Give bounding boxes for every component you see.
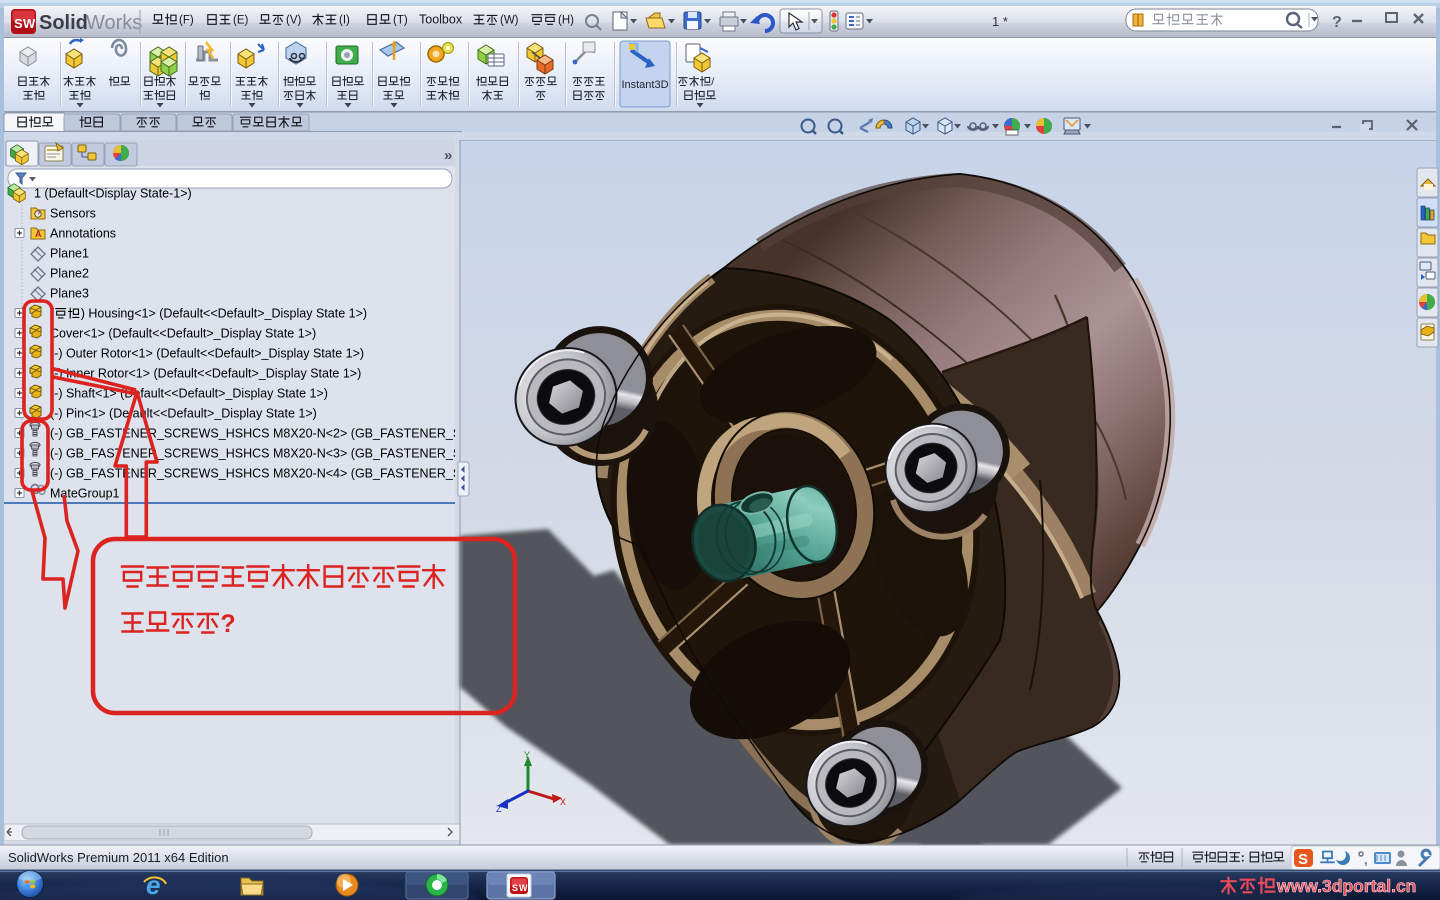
svg-text:) Housing<1> (Default<<Default: ) Housing<1> (Default<<Default>_Display … bbox=[81, 307, 367, 321]
svg-text:(-) Outer Rotor<1> (Default<<D: (-) Outer Rotor<1> (Default<<Default>_Di… bbox=[50, 347, 364, 361]
svg-text:S: S bbox=[512, 883, 518, 893]
svg-text:Annotations: Annotations bbox=[50, 227, 116, 241]
svg-text:(-) Shaft<1> (Default<<Default: (-) Shaft<1> (Default<<Default>_Display … bbox=[50, 387, 328, 401]
svg-text:www.3dportal.cn: www.3dportal.cn bbox=[1276, 876, 1416, 896]
svg-text:Cover<1> (Default<<Default>_Di: Cover<1> (Default<<Default>_Display Stat… bbox=[50, 327, 316, 341]
svg-text:Z: Z bbox=[496, 804, 502, 814]
svg-text:(T): (T) bbox=[393, 15, 408, 27]
svg-text:W: W bbox=[519, 883, 528, 893]
svg-text:1 (Default<Display State-1>): 1 (Default<Display State-1>) bbox=[34, 187, 192, 201]
svg-text:(W): (W) bbox=[500, 15, 519, 27]
svg-text:(F): (F) bbox=[179, 15, 194, 27]
svg-text:W: W bbox=[23, 16, 36, 31]
svg-text:e: e bbox=[146, 870, 160, 900]
svg-text:(V): (V) bbox=[286, 15, 302, 27]
svg-text:(E): (E) bbox=[233, 15, 249, 27]
svg-text:Sensors: Sensors bbox=[50, 207, 96, 221]
svg-text:A: A bbox=[35, 229, 42, 239]
svg-text:»: » bbox=[444, 147, 452, 164]
svg-text:?: ? bbox=[1332, 14, 1342, 31]
svg-text:Instant3D: Instant3D bbox=[621, 79, 668, 91]
svg-text:(-) GB_FASTENER_SCREWS_HSHCS M: (-) GB_FASTENER_SCREWS_HSHCS M8X20-N<4> … bbox=[50, 467, 488, 481]
svg-text:1 *: 1 * bbox=[992, 14, 1008, 29]
svg-text:,: , bbox=[1364, 852, 1368, 867]
svg-text:S: S bbox=[1298, 851, 1308, 868]
svg-text:MateGroup1: MateGroup1 bbox=[50, 487, 120, 501]
svg-text:X: X bbox=[560, 797, 566, 807]
svg-text:(H): (H) bbox=[558, 15, 574, 27]
svg-text:Toolbox: Toolbox bbox=[419, 13, 463, 27]
svg-text:?: ? bbox=[220, 610, 235, 638]
svg-text::: : bbox=[1241, 851, 1245, 865]
svg-text:S: S bbox=[14, 16, 23, 31]
svg-text:SolidWorks Premium 2011 x64 Ed: SolidWorks Premium 2011 x64 Edition bbox=[8, 850, 229, 865]
svg-text:/: / bbox=[711, 76, 714, 88]
svg-text:Y: Y bbox=[524, 750, 530, 760]
svg-text:Works: Works bbox=[86, 12, 142, 34]
svg-text:(-) Pin<1> (Default<<Default>_: (-) Pin<1> (Default<<Default>_Display St… bbox=[50, 407, 317, 421]
svg-text:(-) GB_FASTENER_SCREWS_HSHCS M: (-) GB_FASTENER_SCREWS_HSHCS M8X20-N<2> … bbox=[50, 427, 488, 441]
svg-text:Plane1: Plane1 bbox=[50, 247, 89, 261]
svg-text:Plane3: Plane3 bbox=[50, 287, 89, 301]
svg-text:(I): (I) bbox=[339, 15, 350, 27]
svg-text:Solid: Solid bbox=[39, 12, 88, 34]
svg-text:Plane2: Plane2 bbox=[50, 267, 89, 281]
